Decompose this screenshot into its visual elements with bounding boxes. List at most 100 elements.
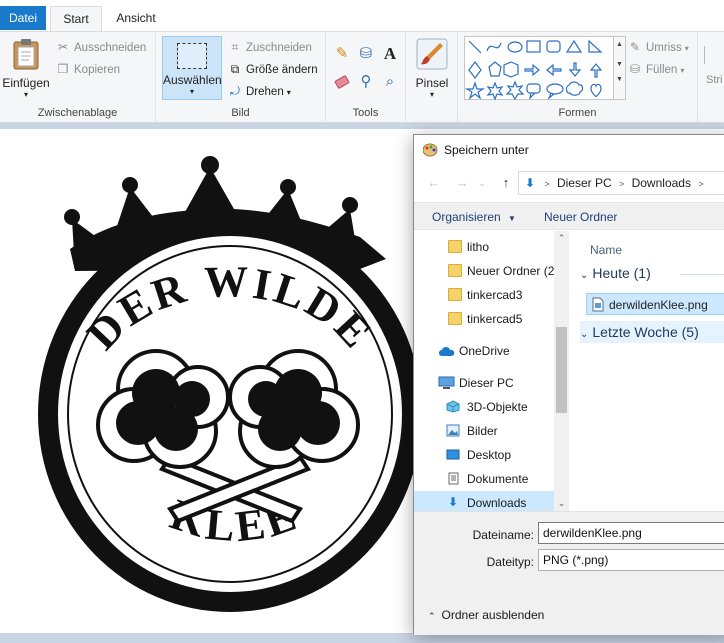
copy-button[interactable]: ❐ Kopieren [56,59,120,79]
rotate-label: Drehen [246,86,284,98]
column-header-name[interactable]: Name [590,243,622,257]
group-header-label: Letzte Woche (5) [592,324,699,340]
download-arrow-icon: ⬇ [524,176,536,190]
eraser-icon[interactable] [332,72,352,92]
fill-icon[interactable]: ⛁ [356,44,376,64]
ribbon: Einfügen ▾ ✂ Ausschneiden ❐ Kopieren Zwisc… [0,31,724,123]
stroke-size-icon[interactable] [704,46,724,64]
chevron-down-icon: ▾ [680,66,685,75]
nav-item-label: 3D-Objekte [467,400,528,414]
nav-item-pictures[interactable]: Bilder [414,419,554,443]
file-item-selected[interactable]: derwildenKlee.png [586,293,724,315]
crop-button[interactable]: ⌗ Zuschneiden [228,37,312,57]
chevron-up-icon[interactable]: ⌃ [554,233,569,244]
magnifier-icon[interactable]: ⌕ [380,72,400,92]
cloud-icon [439,347,455,356]
fill-button[interactable]: ⛁ Füllen ▾ [628,59,684,79]
nav-item-tinkercad3[interactable]: tinkercad3 [414,283,554,307]
outline-icon: ✎ [629,40,641,54]
nav-item-label: litho [467,240,490,254]
address-row: ← → ⌄ ↑ ⬇ > Dieser PC > Downloads > [414,171,724,195]
nav-item-this-pc[interactable]: Dieser PC [414,371,554,395]
nav-item-label: Neuer Ordner (2) [467,264,554,278]
group-header-last-week[interactable]: ⌄ Letzte Woche (5) [580,321,724,343]
pencil-icon[interactable]: ✎ [332,44,352,64]
scrollbar-thumb[interactable] [556,327,567,413]
shapes-scrollbar[interactable]: ▲ ▼ ▼ [614,36,626,100]
chevron-down-icon[interactable]: ⌄ [554,498,569,509]
organize-button[interactable]: Organisieren ▼ [432,203,516,231]
folder-icon [448,312,462,325]
brush-icon [416,38,448,70]
copy-label: Kopieren [74,64,121,76]
shapes-gallery-icons[interactable] [464,37,615,101]
stroke-size-label[interactable]: Stri [706,74,724,86]
crop-icon: ⌗ [231,40,239,54]
brush-group: Pinsel ▾ [406,32,458,122]
navigation-scrollbar[interactable]: ⌃ ⌄ [554,231,569,511]
nav-item-downloads[interactable]: ⬇ Downloads [414,491,554,511]
save-as-dialog: Speichern unter ← → ⌄ ↑ ⬇ > Dieser PC > … [413,134,724,635]
address-bar[interactable]: ⬇ > Dieser PC > Downloads > [518,171,724,195]
hide-folders-button[interactable]: ⌃ Ordner ausblenden [428,608,544,622]
breadcrumb-downloads[interactable]: Downloads [632,176,691,190]
rotate-button[interactable]: ⤾ Drehen ▾ [228,81,291,101]
nav-item-litho[interactable]: litho [414,235,554,259]
paste-label: Einfügen [2,76,50,90]
breadcrumb-separator-icon: > [544,179,550,189]
chevron-down-icon: ▼ [508,214,516,223]
tab-file[interactable]: Datei [0,6,46,30]
computer-icon [438,376,455,389]
nav-item-label: Dokumente [467,472,529,486]
resize-button[interactable]: ⧉ Größe ändern [228,59,318,79]
color-picker-icon[interactable]: ⚲ [356,72,376,92]
outline-button[interactable]: ✎ Umriss ▾ [628,37,689,57]
filetype-select[interactable]: PNG (*.png) [538,549,724,571]
paint-app-icon [423,143,438,157]
filename-input[interactable] [538,522,724,544]
tools-group: ✎ ⛁ A ⚲ ⌕ Tools [326,32,406,122]
expand-icon[interactable]: ▼ [614,76,625,83]
recent-locations-chevron-icon[interactable]: ⌄ [476,171,488,195]
paste-button[interactable]: Einfügen ▾ [2,36,50,100]
nav-item-new-folder-2[interactable]: Neuer Ordner (2) [414,259,554,283]
nav-item-tinkercad5[interactable]: tinkercad5 [414,307,554,331]
dialog-footer: Dateiname: Dateityp: PNG (*.png) ⌃ Ordner… [414,511,724,635]
up-arrow-icon[interactable]: ↑ [496,171,516,195]
dialog-title: Speichern unter [444,143,529,157]
select-label: Auswählen [163,73,222,87]
chevron-down-icon: ▾ [429,90,434,99]
chevron-down-icon: ▾ [286,88,291,97]
chevron-down-icon[interactable]: ▼ [614,61,625,68]
tab-view[interactable]: Ansicht [108,6,164,31]
group-header-label: Heute (1) [592,265,651,281]
nav-item-documents[interactable]: Dokumente [414,467,554,491]
chevron-down-icon: ▾ [23,90,28,99]
clipboard-icon [13,39,39,70]
breadcrumb-this-pc[interactable]: Dieser PC [557,176,612,190]
cut-button[interactable]: ✂ Ausschneiden [56,37,146,57]
text-icon[interactable]: A [380,44,400,64]
group-header-today[interactable]: ⌄ Heute (1) [580,262,651,284]
nav-item-desktop[interactable]: Desktop [414,443,554,467]
nav-item-label: OneDrive [459,344,510,358]
nav-item-3d-objects[interactable]: 3D-Objekte [414,395,554,419]
dialog-titlebar[interactable]: Speichern unter [414,135,724,165]
new-folder-button[interactable]: Neuer Ordner [544,203,617,231]
cut-label: Ausschneiden [74,42,147,54]
desktop-icon [446,449,460,460]
organize-label: Organisieren [432,210,501,224]
fill-label: Füllen [646,64,678,76]
shapes-group: ▲ ▼ ▼ ✎ Umriss ▾ ⛁ Füllen ▾ Formen [458,32,698,122]
image-group-label: Bild [231,107,250,119]
back-arrow-icon[interactable]: ← [424,171,444,195]
select-button[interactable]: Auswählen ▾ [162,36,222,100]
forward-arrow-icon[interactable]: → [452,171,472,195]
folder-icon [448,240,462,253]
nav-item-label: Bilder [467,424,498,438]
brush-button[interactable]: Pinsel ▾ [410,36,454,100]
brush-label: Pinsel [415,76,449,90]
tab-start[interactable]: Start [50,6,102,32]
chevron-up-icon[interactable]: ▲ [614,41,625,48]
nav-item-onedrive[interactable]: OneDrive [414,339,554,363]
